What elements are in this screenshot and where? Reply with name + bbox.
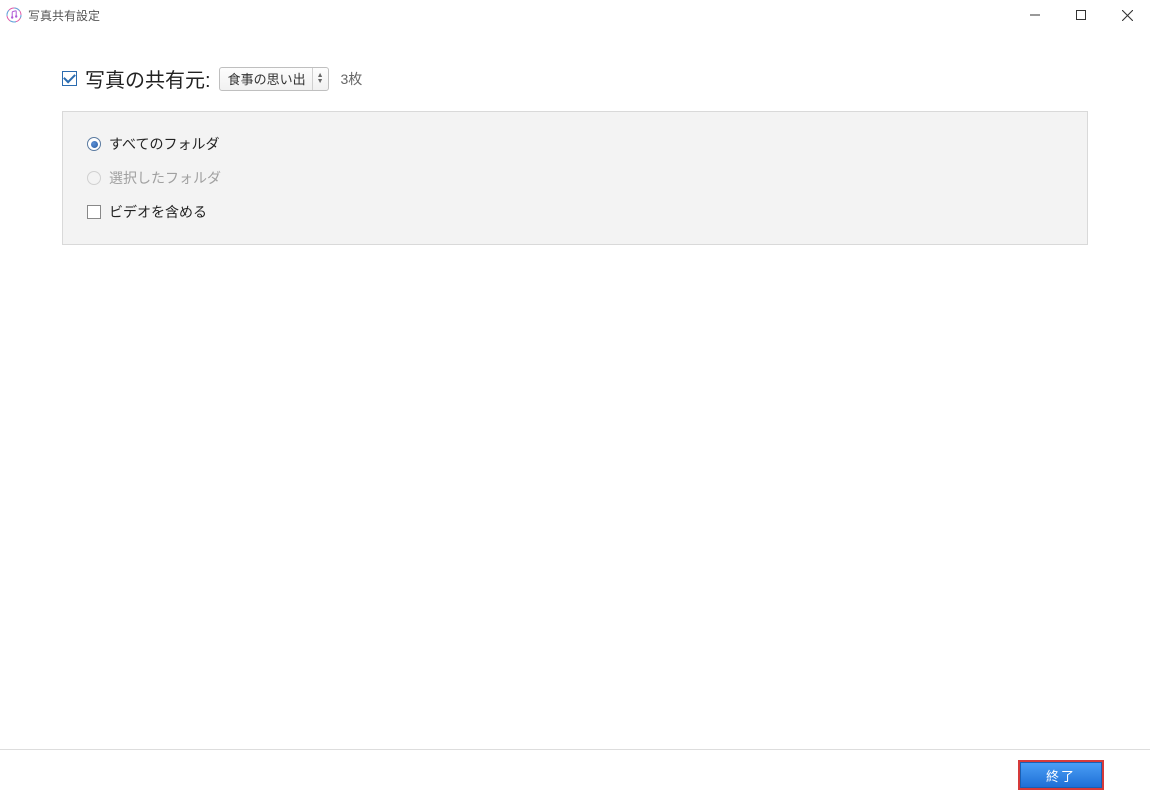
- titlebar: 写真共有設定: [0, 0, 1150, 30]
- radio-selected-folders: [87, 171, 101, 185]
- label-include-video: ビデオを含める: [109, 202, 207, 222]
- share-source-row: 写真の共有元: 食事の思い出 ▲▼ 3枚: [62, 64, 1088, 93]
- share-source-selected-value: 食事の思い出: [228, 69, 306, 88]
- option-selected-folders: 選択したフォルダ: [87, 168, 1063, 188]
- radio-all-folders[interactable]: [87, 137, 101, 151]
- maximize-button[interactable]: [1058, 0, 1104, 30]
- content-area: 写真の共有元: 食事の思い出 ▲▼ 3枚 すべてのフォルダ 選択したフォルダ ビ…: [0, 30, 1150, 749]
- folder-options-panel: すべてのフォルダ 選択したフォルダ ビデオを含める: [62, 111, 1088, 245]
- share-source-label: 写真の共有元:: [85, 64, 211, 93]
- titlebar-left: 写真共有設定: [6, 7, 100, 24]
- share-enable-checkbox[interactable]: [62, 71, 77, 86]
- label-all-folders: すべてのフォルダ: [109, 134, 219, 154]
- label-selected-folders: 選択したフォルダ: [109, 168, 221, 188]
- checkbox-include-video[interactable]: [87, 205, 101, 219]
- done-button[interactable]: 終了: [1020, 762, 1102, 788]
- share-source-select[interactable]: 食事の思い出 ▲▼: [219, 67, 329, 91]
- footer: 終了: [0, 749, 1150, 800]
- option-all-folders[interactable]: すべてのフォルダ: [87, 134, 1063, 154]
- photo-count: 3枚: [341, 69, 363, 89]
- minimize-button[interactable]: [1012, 0, 1058, 30]
- option-include-video[interactable]: ビデオを含める: [87, 202, 1063, 222]
- window-controls: [1012, 0, 1150, 30]
- select-stepper-icon: ▲▼: [312, 68, 324, 90]
- window-title: 写真共有設定: [28, 7, 100, 24]
- app-icon: [6, 7, 22, 23]
- close-button[interactable]: [1104, 0, 1150, 30]
